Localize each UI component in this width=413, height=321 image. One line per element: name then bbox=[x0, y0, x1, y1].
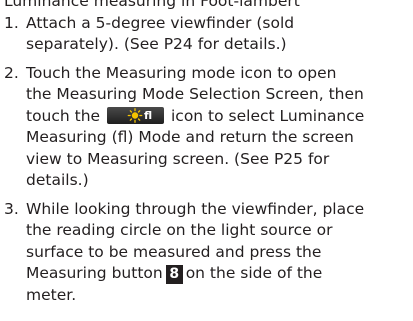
step-2-line-2: the Measuring Mode Selection Screen, the… bbox=[26, 85, 364, 103]
step-2-line-3-after: icon to select Luminance bbox=[170, 106, 365, 125]
step-2-line-5: view to Measuring screen. (See P25 for bbox=[26, 149, 330, 168]
measuring-button-badge: 8 bbox=[165, 265, 183, 284]
step-3-line-5: meter. bbox=[26, 285, 77, 304]
step-3-line-2: the reading circle on the light source o… bbox=[26, 221, 333, 239]
step-1-line-2: separately). (See P24 for details.) bbox=[26, 35, 287, 53]
step-number: 2. bbox=[4, 63, 19, 82]
step-2: 2. Touch the Measuring mode icon to open… bbox=[0, 63, 413, 192]
step-2-line-3: touch the fl icon to select Luminance bbox=[26, 106, 413, 128]
step-number: 3. bbox=[4, 199, 19, 218]
step-3-line-4-before: Measuring button bbox=[26, 264, 163, 282]
step-3-line-1: While looking through the viewfinder, pl… bbox=[26, 199, 365, 218]
icon-fl-label: fl bbox=[144, 108, 153, 122]
step-3-line-4-after: on the side of the bbox=[185, 264, 323, 282]
section-heading: Luminance measuring in Foot-lambert bbox=[4, 0, 300, 10]
step-1: 1. Attach a 5-degree viewfinder (sold se… bbox=[0, 13, 413, 56]
steps-list: 1. Attach a 5-degree viewfinder (sold se… bbox=[0, 13, 413, 307]
step-2-line-6: details.) bbox=[26, 171, 89, 189]
step-number: 1. bbox=[4, 13, 19, 32]
step-3: 3. While looking through the viewfinder,… bbox=[0, 199, 413, 307]
sun-icon bbox=[127, 107, 143, 123]
step-3-line-3: surface to be measured and press the bbox=[26, 242, 322, 261]
step-2-line-1: Touch the Measuring mode icon to open bbox=[26, 63, 337, 82]
luminance-fl-icon: fl bbox=[107, 106, 165, 124]
instruction-page: Luminance measuring in Foot-lambert 1. A… bbox=[0, 0, 413, 313]
step-2-line-4: Measuring (fl) Mode and return the scree… bbox=[26, 128, 354, 146]
step-1-line-1: Attach a 5-degree viewfinder (sold bbox=[26, 13, 295, 32]
step-2-line-3-before: touch the bbox=[26, 106, 101, 125]
step-3-line-4: Measuring button 8 on the side of the bbox=[26, 263, 413, 285]
